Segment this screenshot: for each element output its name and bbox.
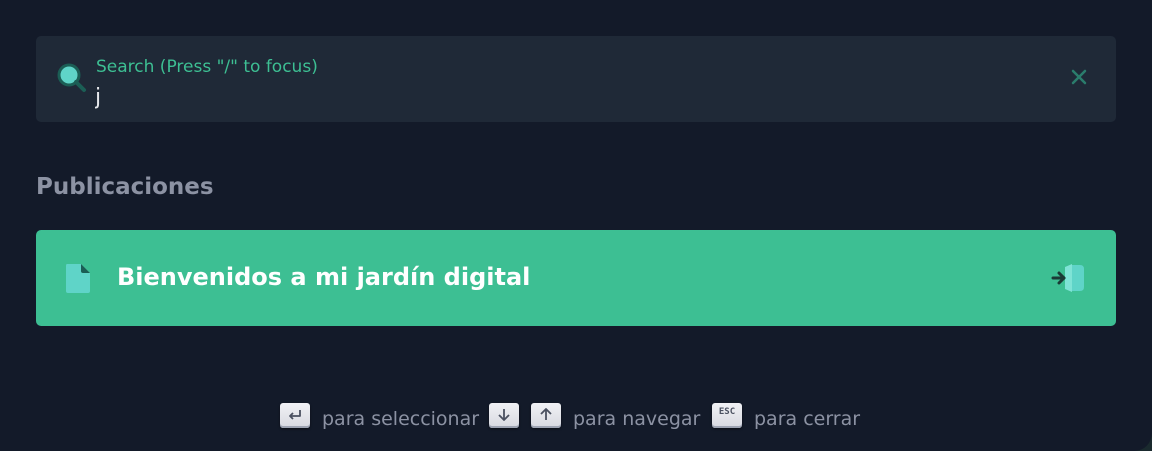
- arrow-up-icon: [540, 408, 552, 420]
- clear-search-button[interactable]: [1066, 64, 1092, 90]
- search-hit-title: Bienvenidos a mi jardín digital: [117, 263, 531, 291]
- enter-icon: [1050, 262, 1086, 294]
- enter-key-icon: [289, 410, 301, 420]
- close-icon: [1066, 69, 1092, 93]
- document-icon: [64, 262, 92, 294]
- arrow-up-key: [531, 403, 561, 428]
- navigate-hint: para navegar: [573, 408, 701, 430]
- arrow-down-icon: [498, 409, 510, 421]
- arrow-down-key: [489, 403, 519, 428]
- search-input[interactable]: [95, 82, 1035, 112]
- search-modal: Search (Press "/" to focus) Publicacione…: [0, 0, 1152, 451]
- search-label: Search (Press "/" to focus): [96, 57, 318, 77]
- section-title: Publicaciones: [36, 174, 214, 200]
- enter-key: [280, 403, 310, 428]
- select-hint: para seleccionar: [322, 408, 480, 430]
- search-icon: [56, 62, 88, 94]
- close-hint: para cerrar: [754, 408, 861, 430]
- escape-key-label: ESC: [718, 407, 736, 417]
- escape-key: ESC: [712, 403, 742, 428]
